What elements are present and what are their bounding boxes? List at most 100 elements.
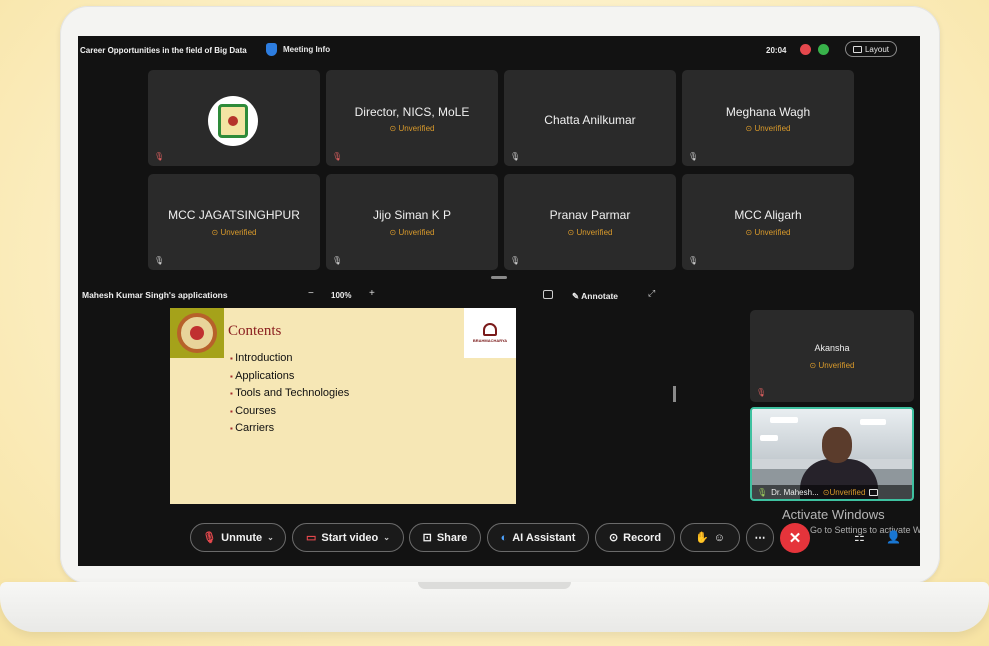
participant-tile[interactable]: Director, NICS, MoLE ⊙ Unverified 🎙	[326, 70, 498, 166]
slide-title: Contents	[228, 323, 282, 339]
mic-active-icon: 🎙	[757, 487, 768, 497]
mic-muted-icon: 🎙	[154, 152, 165, 161]
list-item: Applications	[230, 368, 349, 386]
mic-icon: 🎙	[688, 256, 699, 265]
ceiling-light	[860, 419, 886, 425]
participant-name: Jijo Siman K P	[372, 208, 452, 222]
share-screen-icon: ⊡	[422, 532, 432, 544]
start-video-label: Start video	[321, 531, 379, 544]
leave-meeting-button[interactable]: ✕	[780, 523, 810, 553]
participant-name: Pranav Parmar	[549, 208, 631, 222]
layout-button[interactable]: Layout	[845, 41, 897, 57]
shield-icon	[266, 43, 277, 56]
meeting-info-button[interactable]: Meeting Info	[266, 43, 330, 56]
meeting-title: Career Opportunities in the field of Big…	[80, 46, 247, 55]
record-label: Record	[623, 531, 662, 544]
participant-name: MCC JAGATSINGHPUR	[168, 208, 300, 222]
share-source-label: Mahesh Kumar Singh's applications	[82, 290, 228, 300]
mic-icon: 🎙	[688, 152, 699, 161]
unmute-button[interactable]: 🎙 Unmute ⌄	[190, 523, 286, 552]
mic-icon: 🎙	[510, 256, 521, 265]
more-options-button[interactable]: ⋯	[746, 523, 774, 552]
apps-icon[interactable]: ⚏	[854, 530, 865, 544]
participant-tile[interactable]: 🎙	[148, 70, 320, 166]
meeting-clock: 20:04	[766, 46, 787, 55]
meeting-info-label: Meeting Info	[283, 45, 331, 54]
participant-name: MCC Aligarh	[734, 208, 802, 222]
participant-tile[interactable]: Akansha ⊙ Unverified 🎙	[750, 310, 914, 402]
share-label: Share	[436, 531, 468, 544]
participant-tile[interactable]: Jijo Siman K P ⊙ Unverified 🎙	[326, 174, 498, 270]
college-logo-text: BRAHMACHARYA	[472, 338, 508, 343]
reactions-button[interactable]: ✋ ☺	[680, 523, 740, 552]
ceiling-light	[770, 417, 798, 423]
participant-tile[interactable]: Chatta Anilkumar 🎙	[504, 70, 676, 166]
laptop-notch	[418, 582, 571, 589]
self-view-label: 🎙 Dr. Mahesh... ⊙Unverified	[752, 485, 912, 499]
participant-name: Akansha	[814, 343, 850, 353]
self-view-video[interactable]: 🎙 Dr. Mahesh... ⊙Unverified	[750, 407, 914, 501]
mic-icon: 🎙	[510, 152, 521, 161]
ai-assistant-icon: ◐	[500, 531, 508, 544]
mic-muted-icon: 🎙	[202, 532, 217, 544]
list-item: Courses	[230, 403, 349, 421]
participant-status: ⊙ Unverified	[389, 228, 435, 237]
annotate-button[interactable]: ✎ Annotate	[572, 291, 618, 302]
college-logo-icon	[483, 323, 497, 336]
more-icon: ⋯	[754, 532, 766, 544]
raise-hand-icon: ✋	[695, 532, 709, 544]
activate-windows-subtitle: Go to Settings to activate Wi	[810, 525, 920, 535]
chevron-down-icon[interactable]: ⌄	[383, 533, 390, 542]
mic-muted-icon: 🎙	[332, 152, 343, 161]
participant-name: Meghana Wagh	[725, 105, 811, 119]
participant-tile[interactable]: MCC Aligarh ⊙ Unverified 🎙	[682, 174, 854, 270]
participants-icon[interactable]: 👤	[886, 530, 901, 544]
list-item: Introduction	[230, 350, 349, 368]
zoom-out-button[interactable]: −	[308, 288, 314, 299]
participant-tile[interactable]: Meghana Wagh ⊙ Unverified 🎙	[682, 70, 854, 166]
participant-tile[interactable]: MCC JAGATSINGHPUR ⊙ Unverified 🎙	[148, 174, 320, 270]
layout-icon	[852, 45, 862, 53]
video-off-icon: ▭	[306, 532, 317, 544]
activate-windows-title: Activate Windows	[782, 507, 885, 522]
share-button[interactable]: ⊡ Share	[409, 523, 481, 552]
connection-status-icon	[818, 44, 829, 55]
record-icon: ⊙	[608, 532, 619, 544]
shared-slide: BRAHMACHARYA Contents Introduction Appli…	[170, 308, 516, 504]
emblem-icon	[177, 313, 217, 353]
institute-logo-icon	[218, 104, 248, 138]
emoji-icon: ☺	[713, 531, 725, 544]
chevron-down-icon[interactable]: ⌄	[267, 533, 274, 542]
zoom-in-button[interactable]: +	[369, 288, 375, 299]
layout-label: Layout	[864, 44, 890, 54]
participant-status: ⊙ Unverified	[567, 228, 613, 237]
mic-icon: 🎙	[332, 256, 343, 265]
participant-tile[interactable]: Pranav Parmar ⊙ Unverified 🎙	[504, 174, 676, 270]
participant-avatar	[208, 96, 258, 146]
record-button[interactable]: ⊙ Record	[595, 523, 675, 552]
ai-assistant-button[interactable]: ◐ AI Assistant	[487, 523, 589, 552]
unmute-label: Unmute	[221, 531, 263, 544]
slide-logo-right: BRAHMACHARYA	[464, 308, 516, 358]
scrollbar[interactable]	[673, 386, 676, 402]
mic-icon: 🎙	[154, 256, 165, 265]
participant-name: Chatta Anilkumar	[544, 113, 636, 127]
share-options-icon[interactable]	[543, 290, 553, 299]
list-item: Tools and Technologies	[230, 385, 349, 403]
self-status: ⊙Unverified	[822, 487, 866, 497]
expand-icon[interactable]: ⤢	[648, 288, 655, 299]
participant-name: Director, NICS, MoLE	[354, 105, 470, 119]
ai-assistant-label: AI Assistant	[512, 531, 576, 544]
zoom-level: 100%	[331, 291, 352, 300]
resize-handle[interactable]	[491, 276, 507, 279]
mic-muted-icon: 🎙	[756, 388, 767, 397]
record-status-icon	[800, 44, 811, 55]
meeting-window: Career Opportunities in the field of Big…	[78, 36, 920, 566]
list-item: Carriers	[230, 420, 349, 438]
participant-status: ⊙ Unverified	[211, 228, 257, 237]
participant-status: ⊙ Unverified	[809, 361, 855, 370]
participant-status: ⊙ Unverified	[745, 228, 791, 237]
start-video-button[interactable]: ▭ Start video ⌄	[292, 523, 404, 552]
laptop-base	[0, 582, 989, 632]
slide-logo-left	[170, 308, 224, 358]
